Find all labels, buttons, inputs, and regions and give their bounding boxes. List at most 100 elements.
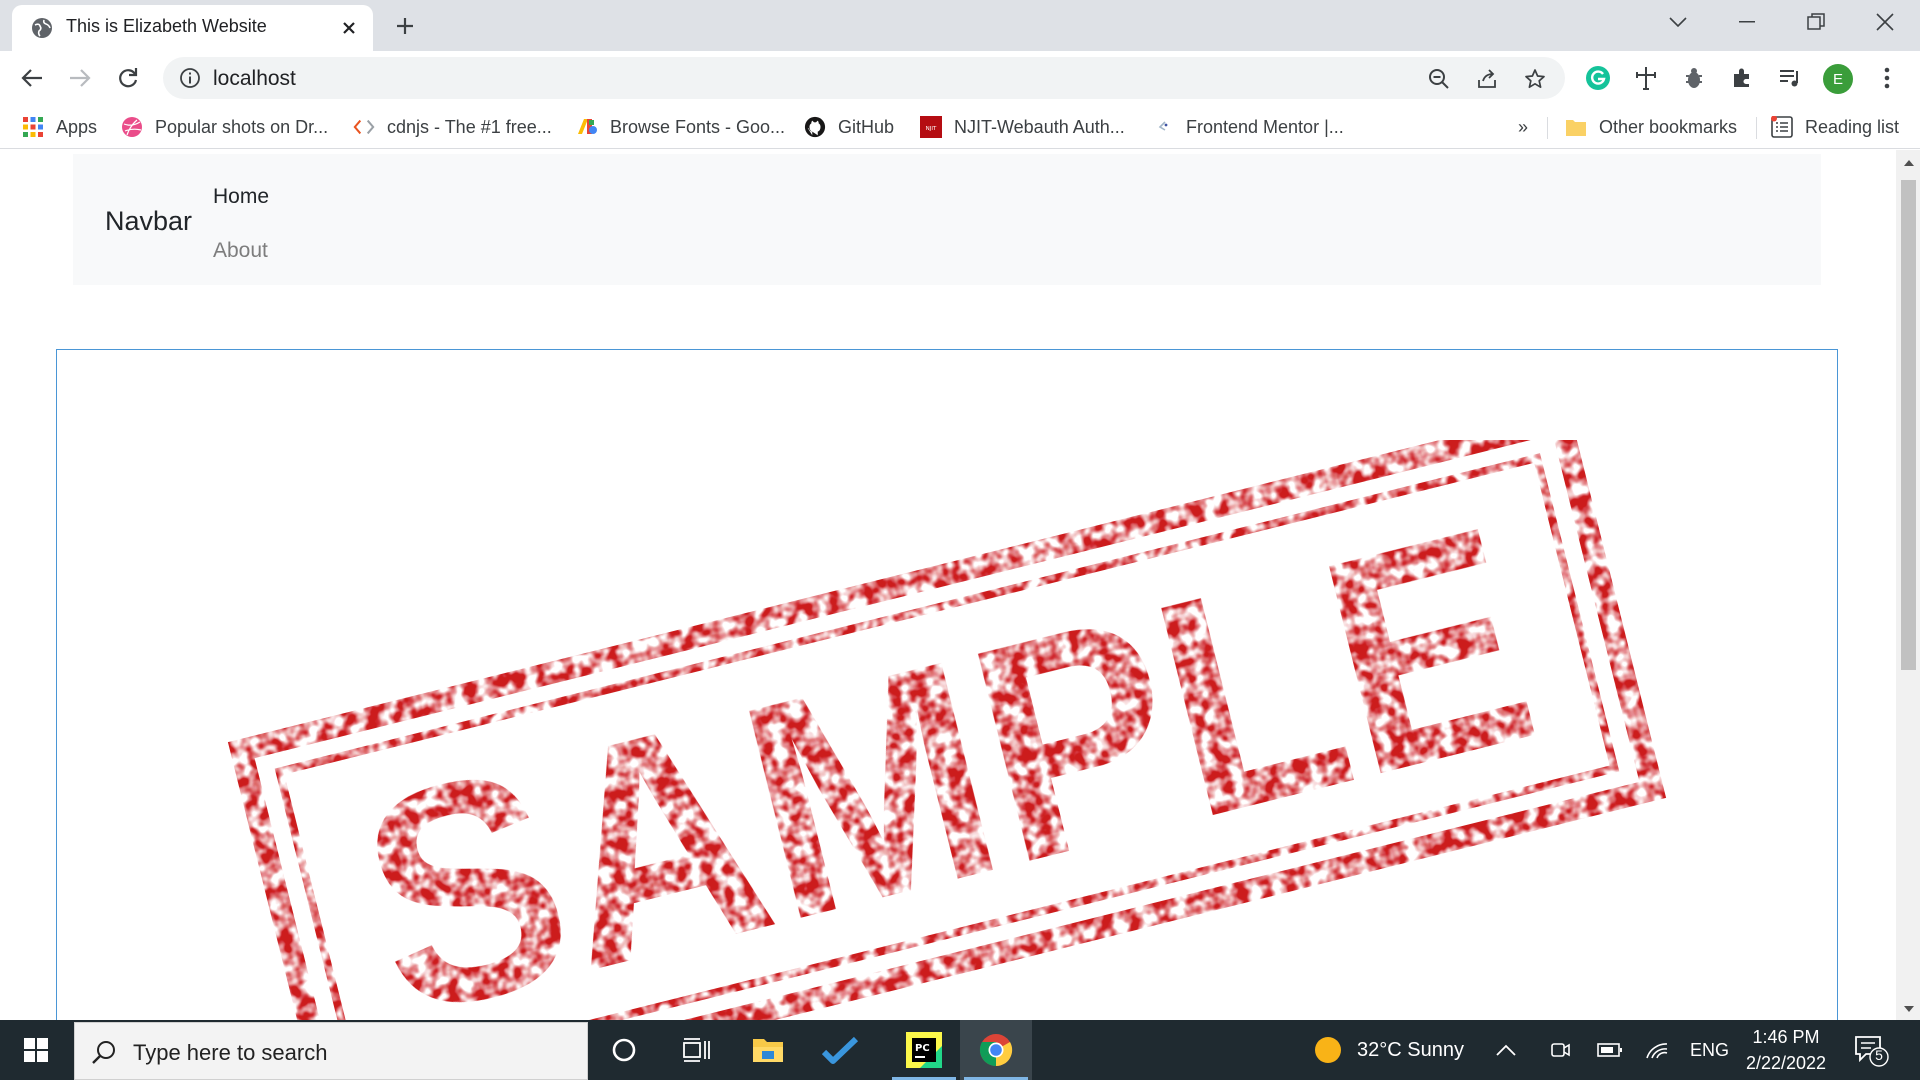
todo-app-button[interactable] <box>804 1020 876 1080</box>
bookmark-label: Popular shots on Dr... <box>155 116 329 137</box>
browser-tab[interactable]: This is Elizabeth Website <box>12 5 373 51</box>
system-clock[interactable]: 1:46 PM 2/22/2022 <box>1740 1024 1832 1076</box>
nav-link-about[interactable]: About <box>213 239 268 263</box>
taskbar-search-box[interactable]: Type here to search <box>74 1022 588 1080</box>
folder-icon <box>1565 116 1587 138</box>
clock-date: 2/22/2022 <box>1745 1053 1827 1073</box>
dribbble-icon <box>121 116 143 138</box>
reload-button[interactable] <box>112 62 144 94</box>
extensions-puzzle-icon[interactable] <box>1726 62 1758 94</box>
other-bookmarks-label: Other bookmarks <box>1599 116 1738 137</box>
kebab-menu-icon[interactable] <box>1871 62 1903 94</box>
bookmark-cdnjs[interactable]: cdnjs - The #1 free... <box>353 113 552 141</box>
notification-count: 5 <box>1875 1047 1883 1063</box>
chrome-icon <box>979 1034 1013 1067</box>
weather-widget[interactable]: 32°C Sunny <box>1313 1020 1464 1080</box>
forward-button[interactable] <box>64 62 96 94</box>
chrome-button[interactable] <box>960 1020 1032 1080</box>
restore-button[interactable] <box>1796 6 1836 38</box>
start-button[interactable] <box>0 1020 72 1080</box>
bookmark-label: cdnjs - The #1 free... <box>387 116 552 137</box>
reading-list-button[interactable]: Reading list <box>1771 113 1899 141</box>
bookmark-njit[interactable]: NJIT NJIT-Webauth Auth... <box>920 113 1125 141</box>
github-icon <box>804 116 826 138</box>
close-tab-icon[interactable] <box>336 15 362 41</box>
address-text: localhost <box>213 67 296 90</box>
google-fonts-icon <box>576 116 598 138</box>
bookmark-label: GitHub <box>838 116 895 137</box>
other-bookmarks-folder[interactable]: Other bookmarks <box>1565 113 1737 141</box>
bookmark-google-fonts[interactable]: Browse Fonts - Goo... <box>576 113 785 141</box>
task-view-button[interactable] <box>660 1020 732 1080</box>
show-hidden-icons-chevron-icon[interactable] <box>1496 1020 1516 1080</box>
taskbar-search-placeholder: Type here to search <box>133 1040 328 1065</box>
bookmarks-separator <box>1756 117 1757 139</box>
pycharm-button[interactable]: PC <box>888 1020 960 1080</box>
apps-grid-icon <box>22 116 44 138</box>
battery-icon[interactable] <box>1597 1020 1623 1080</box>
browser-toolbar: localhost E <box>0 51 1920 105</box>
address-bar[interactable]: localhost <box>163 57 1565 99</box>
site-navbar: Navbar Home About <box>73 154 1821 285</box>
sample-stamp-text: SAMPLE <box>333 459 1562 1020</box>
weather-text: 32°C Sunny <box>1357 1038 1464 1061</box>
cdnjs-icon <box>353 116 375 138</box>
svg-text:NJIT: NJIT <box>926 126 937 132</box>
grammarly-icon[interactable] <box>1582 62 1614 94</box>
meet-now-icon[interactable] <box>1549 1020 1571 1080</box>
file-explorer-button[interactable] <box>732 1020 804 1080</box>
share-icon[interactable] <box>1474 66 1500 92</box>
sun-icon <box>1315 1037 1341 1063</box>
page-scrollbar[interactable] <box>1896 150 1920 1020</box>
bookmarks-bar: Apps Popular shots on Dr... cdnjs - The … <box>0 105 1920 149</box>
zoom-icon[interactable] <box>1426 66 1452 92</box>
tab-search-chevron-icon[interactable] <box>1658 6 1698 38</box>
pycharm-icon: PC <box>906 1032 942 1068</box>
back-button[interactable] <box>16 62 48 94</box>
scrollbar-thumb[interactable] <box>1901 180 1916 670</box>
checkmark-icon <box>822 1036 858 1064</box>
profile-avatar[interactable]: E <box>1823 64 1853 94</box>
scroll-down-arrow-icon[interactable] <box>1901 1002 1916 1016</box>
bookmarks-overflow-button[interactable]: » <box>1518 113 1528 141</box>
web-page: Navbar Home About SAMPLE <box>0 150 1896 1020</box>
globe-icon <box>32 18 52 38</box>
bookmark-label: Apps <box>56 116 98 137</box>
nav-link-home[interactable]: Home <box>213 185 269 209</box>
cortana-icon <box>612 1038 636 1062</box>
bookmark-github[interactable]: GitHub <box>804 113 894 141</box>
sample-image-frame: SAMPLE <box>56 349 1838 1020</box>
close-window-button[interactable] <box>1865 6 1905 38</box>
measure-tool-icon[interactable] <box>1630 62 1662 94</box>
reading-list-label: Reading list <box>1805 116 1900 137</box>
task-view-icon <box>683 1038 710 1062</box>
bookmark-label: Frontend Mentor |... <box>1186 116 1344 137</box>
svg-text:PC: PC <box>915 1043 930 1054</box>
bookmark-label: Browse Fonts - Goo... <box>610 116 786 137</box>
scroll-up-arrow-icon[interactable] <box>1901 156 1916 170</box>
search-icon <box>92 1041 115 1064</box>
sample-stamp-image: SAMPLE <box>162 407 1732 1020</box>
bookmark-star-icon[interactable] <box>1522 66 1548 92</box>
frontend-mentor-icon <box>1152 116 1174 138</box>
site-info-icon[interactable] <box>179 67 201 89</box>
njit-icon: NJIT <box>920 116 942 138</box>
wifi-icon[interactable] <box>1645 1020 1669 1080</box>
minimize-button[interactable] <box>1727 6 1767 38</box>
navbar-brand[interactable]: Navbar <box>105 206 192 237</box>
new-tab-button[interactable] <box>389 10 421 42</box>
file-explorer-icon <box>753 1039 783 1062</box>
bookmark-label: NJIT-Webauth Auth... <box>954 116 1125 137</box>
tab-strip: This is Elizabeth Website <box>0 0 1920 51</box>
notification-center-button[interactable]: 5 <box>1854 1034 1890 1068</box>
media-playlist-icon[interactable] <box>1774 62 1806 94</box>
clock-time: 1:46 PM <box>1752 1027 1820 1047</box>
cortana-button[interactable] <box>588 1020 660 1080</box>
language-indicator[interactable]: ENG <box>1690 1020 1729 1080</box>
bookmark-frontend-mentor[interactable]: Frontend Mentor |... <box>1152 113 1344 141</box>
bookmark-dribbble[interactable]: Popular shots on Dr... <box>121 113 328 141</box>
bookmark-apps[interactable]: Apps <box>22 113 97 141</box>
bookmarks-separator <box>1547 117 1548 139</box>
tab-title: This is Elizabeth Website <box>66 16 267 36</box>
bug-icon[interactable] <box>1678 62 1710 94</box>
